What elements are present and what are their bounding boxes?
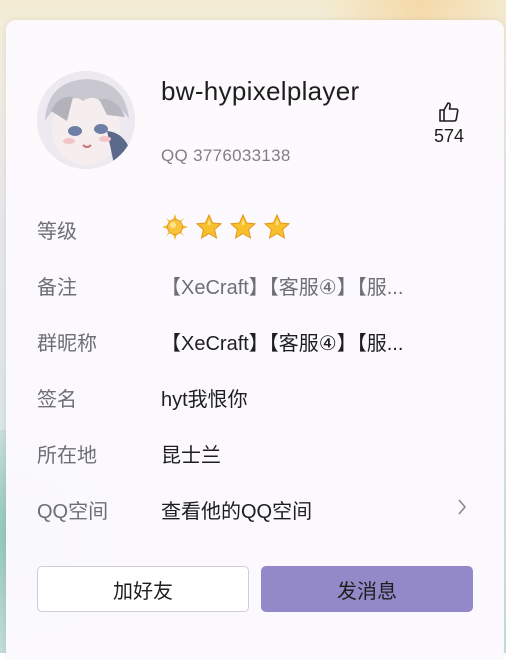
star-icon [263, 213, 291, 246]
avatar[interactable] [37, 71, 135, 169]
signature-label: 签名 [37, 389, 77, 411]
star-icon [195, 213, 223, 246]
level-label: 等级 [37, 221, 77, 243]
add-friend-button[interactable]: 加好友 [37, 566, 249, 612]
avatar-image [37, 71, 135, 169]
profile-card: bw-hypixelplayer QQ 3776033138 574 等级 备注… [6, 20, 504, 660]
username: bw-hypixelplayer [161, 76, 360, 106]
signature-value: hyt我恨你 [161, 389, 248, 411]
level-badges [161, 213, 291, 246]
send-message-button[interactable]: 发消息 [261, 566, 473, 612]
sun-icon [161, 213, 189, 246]
like-button[interactable]: 574 [424, 100, 474, 147]
qzone-label: QQ空间 [37, 501, 109, 523]
group-nickname-value: 【XeCraft】【客服④】【服... [161, 333, 404, 355]
star-icon [229, 213, 257, 246]
thumbs-up-icon [424, 100, 474, 124]
remark-label: 备注 [37, 277, 77, 299]
qzone-link[interactable]: 查看他的QQ空间 [161, 495, 312, 524]
location-label: 所在地 [37, 445, 97, 467]
chevron-right-icon[interactable] [456, 498, 468, 521]
like-count: 574 [433, 126, 465, 146]
group-nickname-label: 群昵称 [37, 333, 97, 355]
location-value: 昆士兰 [161, 445, 221, 467]
qq-number: QQ 3776033138 [161, 146, 291, 165]
remark-value[interactable]: 【XeCraft】【客服④】【服... [161, 271, 403, 300]
